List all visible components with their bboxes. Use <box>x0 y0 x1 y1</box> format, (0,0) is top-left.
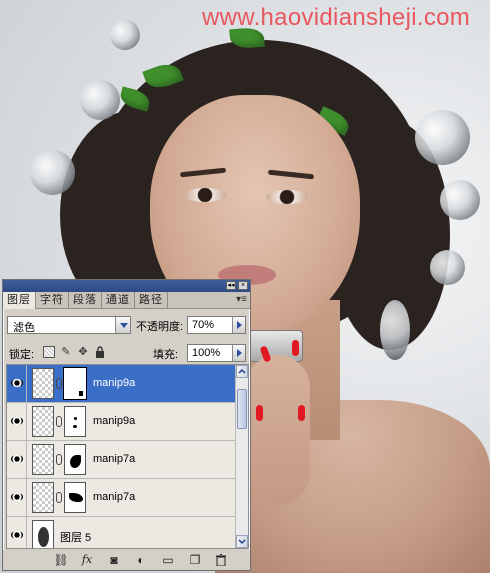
add-mask-icon[interactable]: ◙ <box>106 552 122 568</box>
blend-mode-value: 滤色 <box>13 322 35 334</box>
fill-field[interactable]: 100% <box>187 344 246 362</box>
water-splash <box>440 180 480 220</box>
water-splash <box>80 80 120 120</box>
layer-mask-thumbnail[interactable] <box>64 444 86 475</box>
opacity-field[interactable]: 70% <box>187 316 246 334</box>
lock-paint-brush-icon[interactable]: ✎ <box>60 346 72 358</box>
layer-mask-thumbnail[interactable] <box>64 406 86 437</box>
new-layer-icon[interactable]: ❐ <box>187 552 203 568</box>
fingernail <box>298 405 305 421</box>
layer-name[interactable]: manip7a <box>93 453 135 465</box>
eye-icon[interactable] <box>11 531 23 539</box>
layer-thumbnail <box>32 368 54 399</box>
tab-character[interactable]: 字符 <box>36 292 69 309</box>
panel-titlebar[interactable]: ◂◂ × <box>3 280 250 292</box>
panel-tabs: 图层 字符 段落 通道 路径 ▾≡ <box>3 292 250 309</box>
layer-name[interactable]: manip9a <box>93 415 135 427</box>
link-chain-icon[interactable] <box>56 378 62 389</box>
layer-thumbnail <box>32 520 54 548</box>
lock-position-icon[interactable]: ✥ <box>77 346 89 358</box>
visibility-toggle[interactable] <box>7 479 27 516</box>
layer-thumbnail <box>32 444 54 475</box>
layer-row[interactable]: 图层 5 <box>7 517 236 548</box>
tab-paragraph[interactable]: 段落 <box>69 292 102 309</box>
scroll-up-button[interactable] <box>236 365 248 378</box>
adjustment-layer-icon[interactable]: ◐ <box>133 552 149 568</box>
fingernail <box>292 340 299 356</box>
water-splash <box>415 110 470 165</box>
layer-mask-thumbnail[interactable] <box>63 367 87 400</box>
visibility-toggle[interactable] <box>7 441 27 478</box>
opacity-label: 不透明度: <box>136 321 184 333</box>
hand <box>245 355 310 505</box>
scroll-thumb[interactable] <box>237 389 247 429</box>
layer-name[interactable]: manip7a <box>93 491 135 503</box>
link-chain-icon[interactable] <box>56 492 62 503</box>
water-splash <box>380 300 410 360</box>
layer-row[interactable]: manip7a <box>7 441 236 479</box>
water-splash <box>30 150 75 195</box>
trash-icon[interactable] <box>213 552 229 568</box>
fx-icon[interactable]: fx <box>79 552 95 568</box>
layer-name[interactable]: 图层 5 <box>60 529 91 545</box>
watermark-text: www.haovidiansheji.com <box>202 4 471 31</box>
tab-channels[interactable]: 通道 <box>102 292 135 309</box>
opacity-value: 70% <box>192 319 215 331</box>
water-splash <box>110 20 140 50</box>
water-splash <box>430 250 465 285</box>
layer-thumbnail <box>32 482 54 513</box>
panel-footer: ⛓ fx ◙ ◐ ▭ ❐ <box>3 550 250 570</box>
blend-mode-select[interactable]: 滤色 <box>7 316 131 334</box>
tab-layers[interactable]: 图层 <box>3 292 36 309</box>
chevron-down-icon[interactable] <box>115 317 130 333</box>
visibility-toggle[interactable] <box>7 365 27 402</box>
close-panel-button[interactable]: × <box>238 281 248 290</box>
panel-menu-icon[interactable]: ▾≡ <box>236 294 247 305</box>
layer-thumbnail <box>32 406 54 437</box>
new-group-icon[interactable]: ▭ <box>160 552 176 568</box>
fingernail <box>256 405 263 421</box>
layer-row[interactable]: manip9a <box>7 403 236 441</box>
tab-paths[interactable]: 路径 <box>135 292 168 309</box>
eye-icon[interactable] <box>11 455 23 463</box>
scroll-down-button[interactable] <box>236 535 248 548</box>
layer-name[interactable]: manip9a <box>93 377 135 389</box>
opacity-slider-arrow-icon[interactable] <box>232 317 245 333</box>
fill-slider-arrow-icon[interactable] <box>232 345 245 361</box>
eye-icon[interactable] <box>11 417 23 425</box>
layer-row[interactable]: manip9a <box>7 365 236 403</box>
eye <box>184 188 226 202</box>
visibility-toggle[interactable] <box>7 403 27 440</box>
layers-panel: ◂◂ × 图层 字符 段落 通道 路径 ▾≡ 滤色 不透明度: 70% 锁定: … <box>2 279 251 571</box>
eye-icon[interactable] <box>11 379 23 387</box>
layer-row[interactable]: manip7a <box>7 479 236 517</box>
eye-icon[interactable] <box>11 493 23 501</box>
fill-label: 填充: <box>153 349 179 361</box>
link-layers-icon[interactable]: ⛓ <box>53 552 69 568</box>
visibility-toggle[interactable] <box>7 517 27 548</box>
layers-list: manip9a manip9a manip7a manip7a 图层 5 <box>6 364 249 549</box>
link-chain-icon[interactable] <box>56 454 62 465</box>
collapse-panel-button[interactable]: ◂◂ <box>226 281 236 290</box>
eye <box>266 190 308 204</box>
fill-value: 100% <box>192 347 221 359</box>
layers-scrollbar[interactable] <box>235 365 248 548</box>
lock-all-icon[interactable] <box>94 346 106 358</box>
layer-mask-thumbnail[interactable] <box>64 482 86 513</box>
lock-transparency-icon[interactable] <box>43 346 55 358</box>
lock-label: 锁定: <box>9 349 35 361</box>
link-chain-icon[interactable] <box>56 416 62 427</box>
